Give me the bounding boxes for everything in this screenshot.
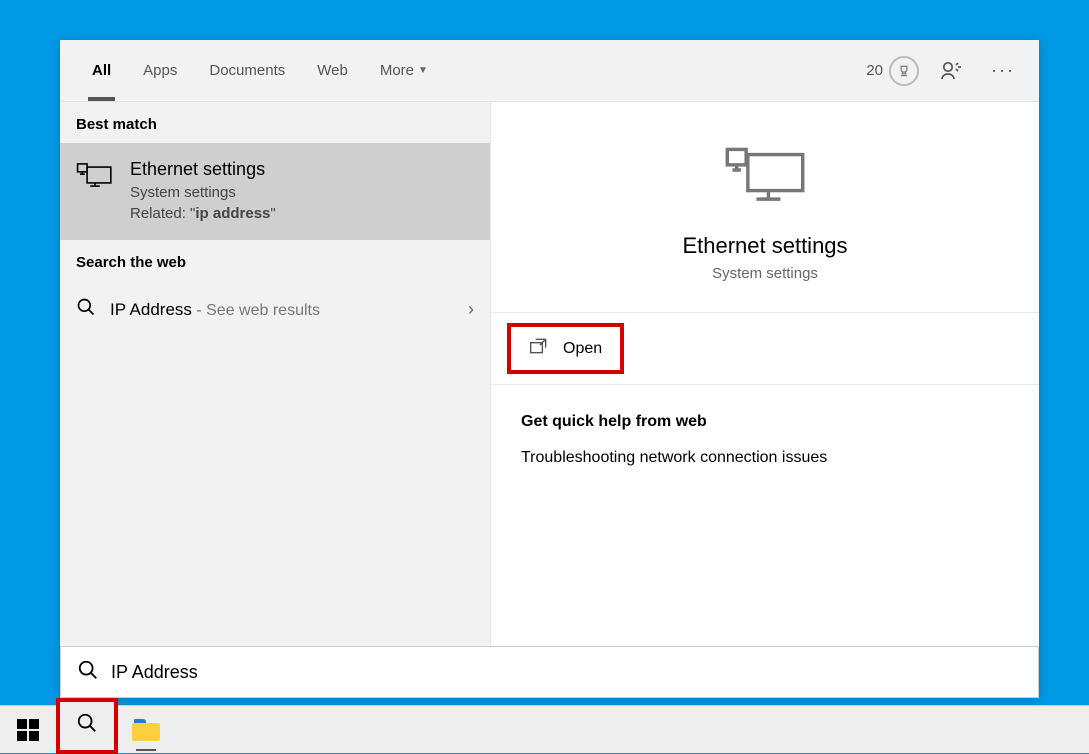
- tab-documents[interactable]: Documents: [193, 41, 301, 101]
- best-match-title: Ethernet settings: [130, 159, 474, 180]
- web-result-secondary: - See web results: [192, 302, 320, 319]
- windows-logo-icon: [17, 719, 39, 741]
- related-term: ip address: [195, 205, 270, 222]
- search-icon: [76, 297, 96, 322]
- results-left-column: Best match Ethernet settings System sett…: [60, 102, 490, 646]
- trophy-icon: [889, 56, 919, 86]
- best-match-label: Best match: [60, 102, 490, 143]
- network-settings-icon: [76, 159, 114, 191]
- open-button[interactable]: Open: [507, 323, 624, 374]
- best-match-related: Related: "ip address": [130, 205, 474, 222]
- best-match-subtitle: System settings: [130, 184, 474, 201]
- tab-all[interactable]: All: [76, 41, 127, 101]
- taskbar: [0, 705, 1089, 753]
- tab-more-label: More: [380, 62, 414, 79]
- search-icon: [76, 712, 98, 739]
- start-button[interactable]: [0, 706, 56, 754]
- chevron-right-icon: ›: [468, 299, 474, 320]
- rewards-count: 20: [866, 62, 883, 79]
- file-explorer-button[interactable]: [118, 706, 174, 754]
- search-web-label: Search the web: [60, 240, 490, 281]
- search-panel: All Apps Documents Web More ▼ 20 ··· Bes…: [60, 40, 1039, 698]
- more-options-icon[interactable]: ···: [983, 60, 1023, 81]
- tab-web[interactable]: Web: [301, 41, 364, 101]
- related-prefix: Related: ": [130, 205, 195, 222]
- search-input-row[interactable]: [60, 646, 1039, 698]
- detail-panel: Ethernet settings System settings Open G…: [490, 102, 1039, 646]
- ethernet-large-icon: [720, 146, 810, 211]
- open-button-label: Open: [563, 340, 602, 358]
- web-result-primary: IP Address: [110, 300, 192, 319]
- rewards-badge[interactable]: 20: [866, 56, 919, 86]
- results-body: Best match Ethernet settings System sett…: [60, 102, 1039, 646]
- tab-more[interactable]: More ▼: [364, 41, 444, 101]
- detail-hero: Ethernet settings System settings: [491, 122, 1039, 313]
- taskbar-search-button[interactable]: [56, 698, 118, 754]
- open-external-icon: [529, 337, 549, 360]
- web-result-item[interactable]: IP Address - See web results ›: [60, 281, 490, 338]
- search-input[interactable]: [111, 662, 1022, 683]
- related-suffix: ": [270, 205, 275, 222]
- chevron-down-icon: ▼: [418, 65, 428, 76]
- quick-help-block: Get quick help from web Troubleshooting …: [491, 385, 1039, 495]
- search-icon: [77, 659, 99, 686]
- feedback-icon[interactable]: [939, 59, 963, 83]
- tab-apps[interactable]: Apps: [127, 41, 193, 101]
- tabs-bar: All Apps Documents Web More ▼ 20 ···: [60, 40, 1039, 102]
- detail-title: Ethernet settings: [682, 233, 847, 259]
- best-match-result[interactable]: Ethernet settings System settings Relate…: [60, 143, 490, 240]
- help-title: Get quick help from web: [521, 413, 1009, 431]
- folder-icon: [132, 719, 160, 741]
- help-link-troubleshooting[interactable]: Troubleshooting network connection issue…: [521, 449, 1009, 467]
- detail-subtitle: System settings: [712, 265, 818, 282]
